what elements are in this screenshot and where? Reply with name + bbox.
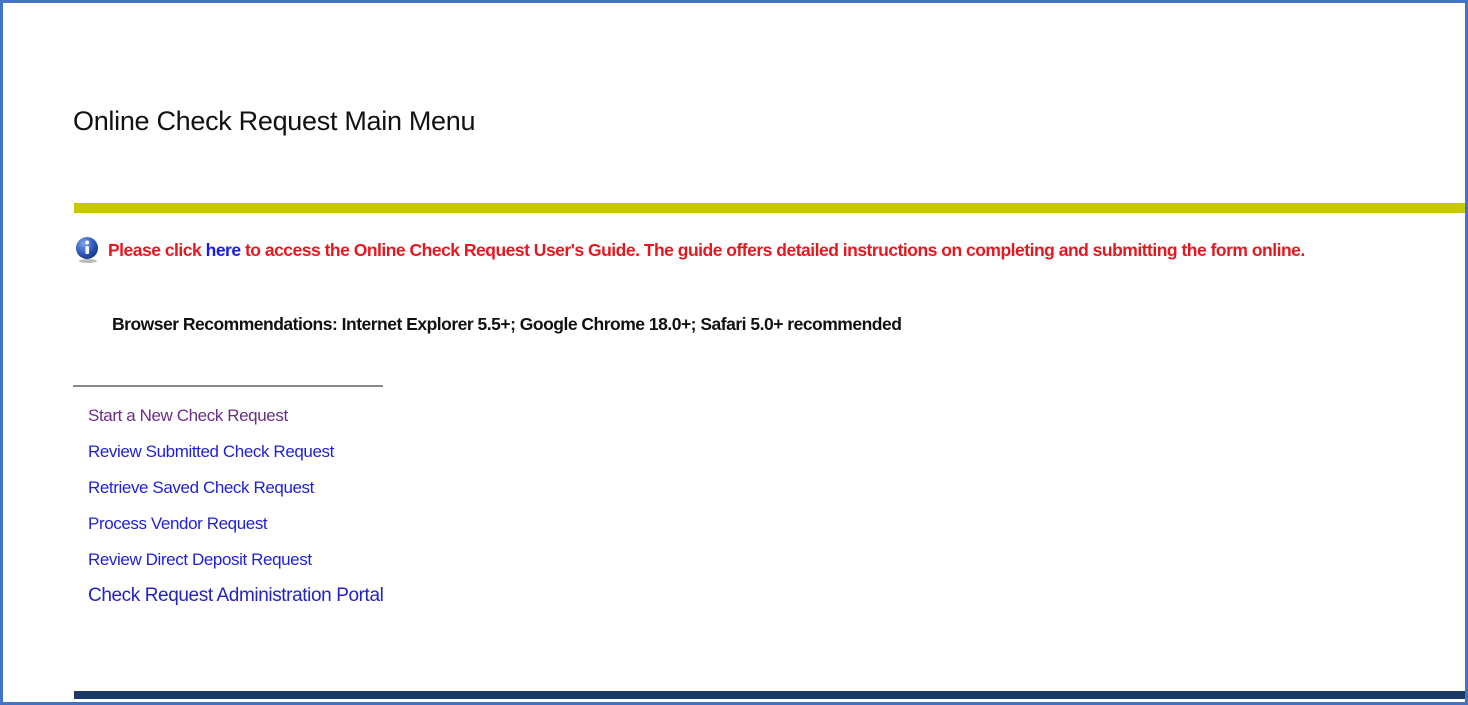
review-submitted-check-request-link[interactable]: Review Submitted Check Request: [88, 442, 334, 461]
page-frame: Online Check Request Main Menu Please cl…: [0, 0, 1468, 705]
check-request-administration-portal-link[interactable]: Check Request Administration Portal: [88, 585, 384, 606]
review-direct-deposit-request-link[interactable]: Review Direct Deposit Request: [88, 550, 312, 569]
browser-recommendations: Browser Recommendations: Internet Explor…: [112, 314, 902, 334]
guide-notice: Please click here to access the Online C…: [74, 236, 1305, 264]
menu-item-review-direct-deposit: Review Direct Deposit Request: [88, 547, 383, 583]
start-new-check-request-link[interactable]: Start a New Check Request: [88, 406, 288, 425]
header-divider: [74, 203, 1465, 213]
main-menu: Start a New Check Request Review Submitt…: [88, 403, 384, 619]
info-icon: [76, 237, 98, 263]
menu-item-start-new: Start a New Check Request: [88, 403, 383, 439]
menu-divider: [73, 385, 383, 387]
user-guide-link[interactable]: here: [206, 240, 241, 260]
guide-notice-suffix: to access the Online Check Request User'…: [240, 239, 1305, 260]
retrieve-saved-check-request-link[interactable]: Retrieve Saved Check Request: [88, 478, 314, 497]
menu-item-retrieve-saved: Retrieve Saved Check Request: [88, 475, 383, 511]
process-vendor-request-link[interactable]: Process Vendor Request: [88, 514, 268, 533]
menu-item-review-submitted: Review Submitted Check Request: [88, 439, 383, 475]
guide-notice-text: Please click here to access the Online C…: [108, 240, 1305, 261]
page-title: Online Check Request Main Menu: [73, 106, 476, 136]
menu-item-process-vendor: Process Vendor Request: [88, 511, 383, 547]
menu-item-admin-portal: Check Request Administration Portal: [88, 583, 384, 619]
footer-divider: [74, 691, 1465, 699]
guide-notice-prefix: Please click: [108, 239, 206, 260]
